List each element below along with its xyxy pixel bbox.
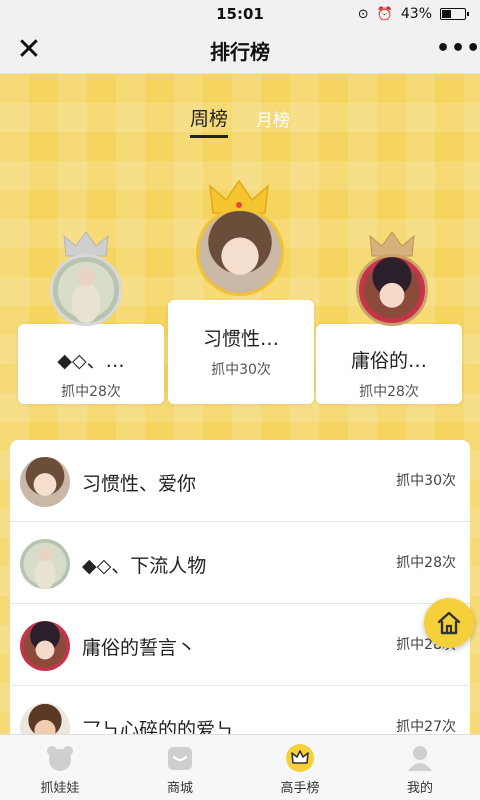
- period-tabs: 周榜 月榜: [0, 104, 480, 138]
- tab-shop[interactable]: 商城: [120, 735, 240, 800]
- tab-leaderboard[interactable]: 高手榜: [240, 735, 360, 800]
- battery-text: 43%: [400, 6, 432, 22]
- tab-weekly[interactable]: 周榜: [189, 104, 228, 138]
- list-item-name: 习惯性、爱你: [82, 473, 197, 495]
- tab-label: 抓娃娃: [40, 781, 80, 796]
- podium-second-avatar[interactable]: [50, 254, 122, 326]
- shop-icon: [168, 747, 192, 770]
- bear-icon: [47, 746, 73, 771]
- alarm-icon: ⏰: [376, 6, 393, 22]
- list-item-count: 抓中30次: [396, 473, 456, 489]
- list-item[interactable]: 乛㇉心碎的的爱㇉ 抓中27次: [10, 686, 470, 740]
- tab-claw-machine[interactable]: 抓娃娃: [0, 735, 120, 800]
- podium-third-count: 抓中28次: [359, 384, 419, 400]
- ranking-list: 习惯性、爱你 抓中30次 ◆◇、下流人物 抓中28次 庸俗的誓言丶 抓中28次 …: [10, 440, 470, 740]
- list-item[interactable]: ◆◇、下流人物 抓中28次: [10, 522, 470, 604]
- list-item-count: 抓中27次: [396, 719, 456, 735]
- rotation-lock-icon: ⊙: [357, 6, 369, 22]
- home-icon: [437, 611, 461, 635]
- podium-third-card[interactable]: 庸俗的… 抓中28次: [316, 324, 462, 404]
- podium-third-avatar[interactable]: [356, 254, 428, 326]
- list-item-name: ◆◇、下流人物: [82, 555, 207, 577]
- battery-icon: [440, 8, 469, 20]
- list-item[interactable]: 习惯性、爱你 抓中30次: [10, 440, 470, 522]
- avatar: [20, 539, 70, 589]
- podium-second-count: 抓中28次: [61, 384, 121, 400]
- podium-first-count: 抓中30次: [211, 362, 271, 378]
- nav-bar: ✕ 排行榜 •••: [0, 28, 480, 74]
- podium-first-name: 习惯性…: [202, 328, 279, 350]
- list-item[interactable]: 庸俗的誓言丶 抓中28次: [10, 604, 470, 686]
- avatar: [20, 621, 70, 671]
- page-title: 排行榜: [210, 40, 270, 64]
- podium-first-avatar[interactable]: [196, 208, 284, 296]
- avatar: [20, 457, 70, 507]
- list-item-count: 抓中28次: [396, 555, 456, 571]
- list-item-name: 庸俗的誓言丶: [82, 637, 197, 659]
- status-icons: ⊙ ⏰ 43%: [357, 0, 469, 28]
- podium-second-card[interactable]: ◆◇、… 抓中28次: [18, 324, 164, 404]
- bottom-tab-bar: 抓娃娃 商城 高手榜 我的: [0, 734, 480, 800]
- tab-monthly[interactable]: 月榜: [256, 104, 290, 138]
- tab-label: 高手榜: [280, 781, 320, 796]
- more-dots-icon[interactable]: •••: [436, 36, 480, 66]
- podium-second-name: ◆◇、…: [57, 350, 125, 372]
- crown-icon: [286, 744, 314, 772]
- tab-label: 我的: [406, 781, 433, 796]
- tab-profile[interactable]: 我的: [360, 735, 480, 800]
- tab-label: 商城: [166, 781, 193, 796]
- podium-first-card[interactable]: 习惯性… 抓中30次: [168, 300, 314, 404]
- close-icon[interactable]: ✕: [14, 35, 44, 66]
- status-bar: 15:01 ⊙ ⏰ 43%: [0, 0, 480, 28]
- podium-third-name: 庸俗的…: [350, 350, 427, 372]
- status-time: 15:01: [216, 5, 264, 23]
- home-button[interactable]: [424, 598, 474, 648]
- user-icon: [408, 746, 432, 771]
